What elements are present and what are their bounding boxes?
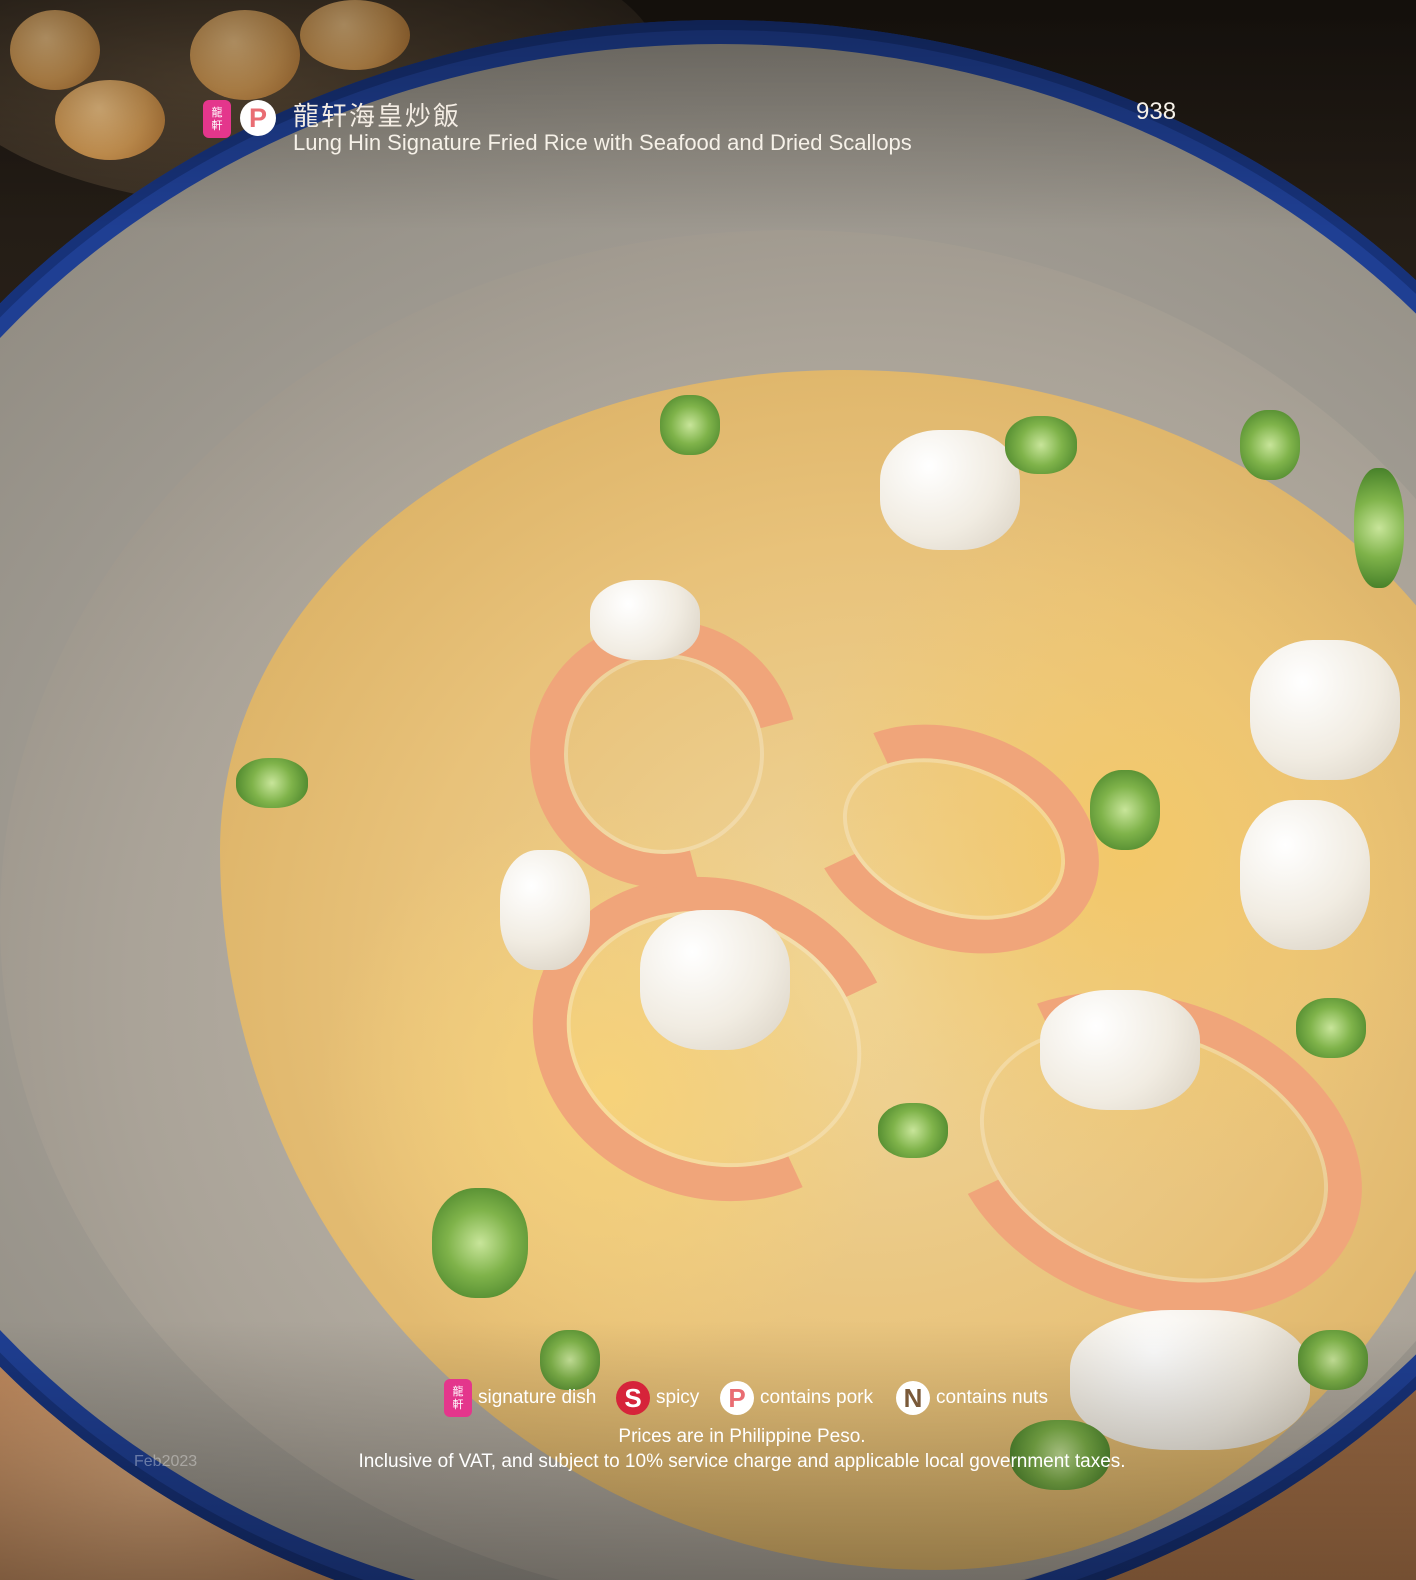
price-currency-note: Prices are in Philippine Peso. [618,1426,866,1447]
pork-icon: P [240,100,276,136]
spicy-icon: S [616,1381,650,1415]
legend-spicy-label: spicy [656,1387,700,1408]
asparagus-piece [1090,770,1160,850]
menu-edition: Feb2023 [134,1453,198,1470]
scallop-piece [1250,640,1400,780]
pork-icon: P [720,1381,754,1415]
scallop-piece [1040,990,1200,1110]
legend-pork-label: contains pork [760,1387,874,1408]
asparagus-piece [1354,468,1404,588]
legend-nuts-label: contains nuts [936,1387,1048,1408]
dish-photo [0,0,1416,1580]
scallop-piece [500,850,590,970]
asparagus-piece [660,395,720,455]
signature-badge-icon: 龍 軒 [444,1379,472,1417]
scallop-piece [640,910,790,1050]
dietary-legend: 龍 軒 signature dish S spicy P contains po… [444,1378,1064,1420]
asparagus-piece [1240,410,1300,480]
asparagus-piece [432,1188,528,1298]
asparagus-piece [878,1103,948,1158]
tax-note: Inclusive of VAT, and subject to 10% ser… [358,1451,1126,1472]
legend-nuts: N contains nuts [896,1378,1048,1418]
dish-name-chinese: 龍轩海皇炒飯 [293,102,462,132]
signature-badge-glyph: 龍 軒 [211,106,223,132]
legend-pork: P contains pork [720,1378,873,1418]
scallop-piece [590,580,700,660]
scallop-piece [880,430,1020,550]
dish-price: 938 [1136,98,1177,125]
nuts-icon: N [896,1381,930,1415]
legend-signature: 龍 軒 signature dish [444,1378,596,1418]
asparagus-piece [1005,416,1077,474]
legend-spicy: S spicy [616,1378,699,1418]
asparagus-piece [236,758,308,808]
bottom-shade [0,1320,1416,1580]
signature-badge-glyph: 龍 軒 [452,1385,464,1411]
legend-signature-label: signature dish [478,1387,597,1408]
dish-header: 龍 軒 P 龍轩海皇炒飯 Lung Hin Signature Fried Ri… [203,96,1203,166]
signature-badge-icon: 龍 軒 [203,100,231,138]
asparagus-piece [1296,998,1366,1058]
scallop-piece [1240,800,1370,950]
dish-name-english: Lung Hin Signature Fried Rice with Seafo… [293,130,912,155]
